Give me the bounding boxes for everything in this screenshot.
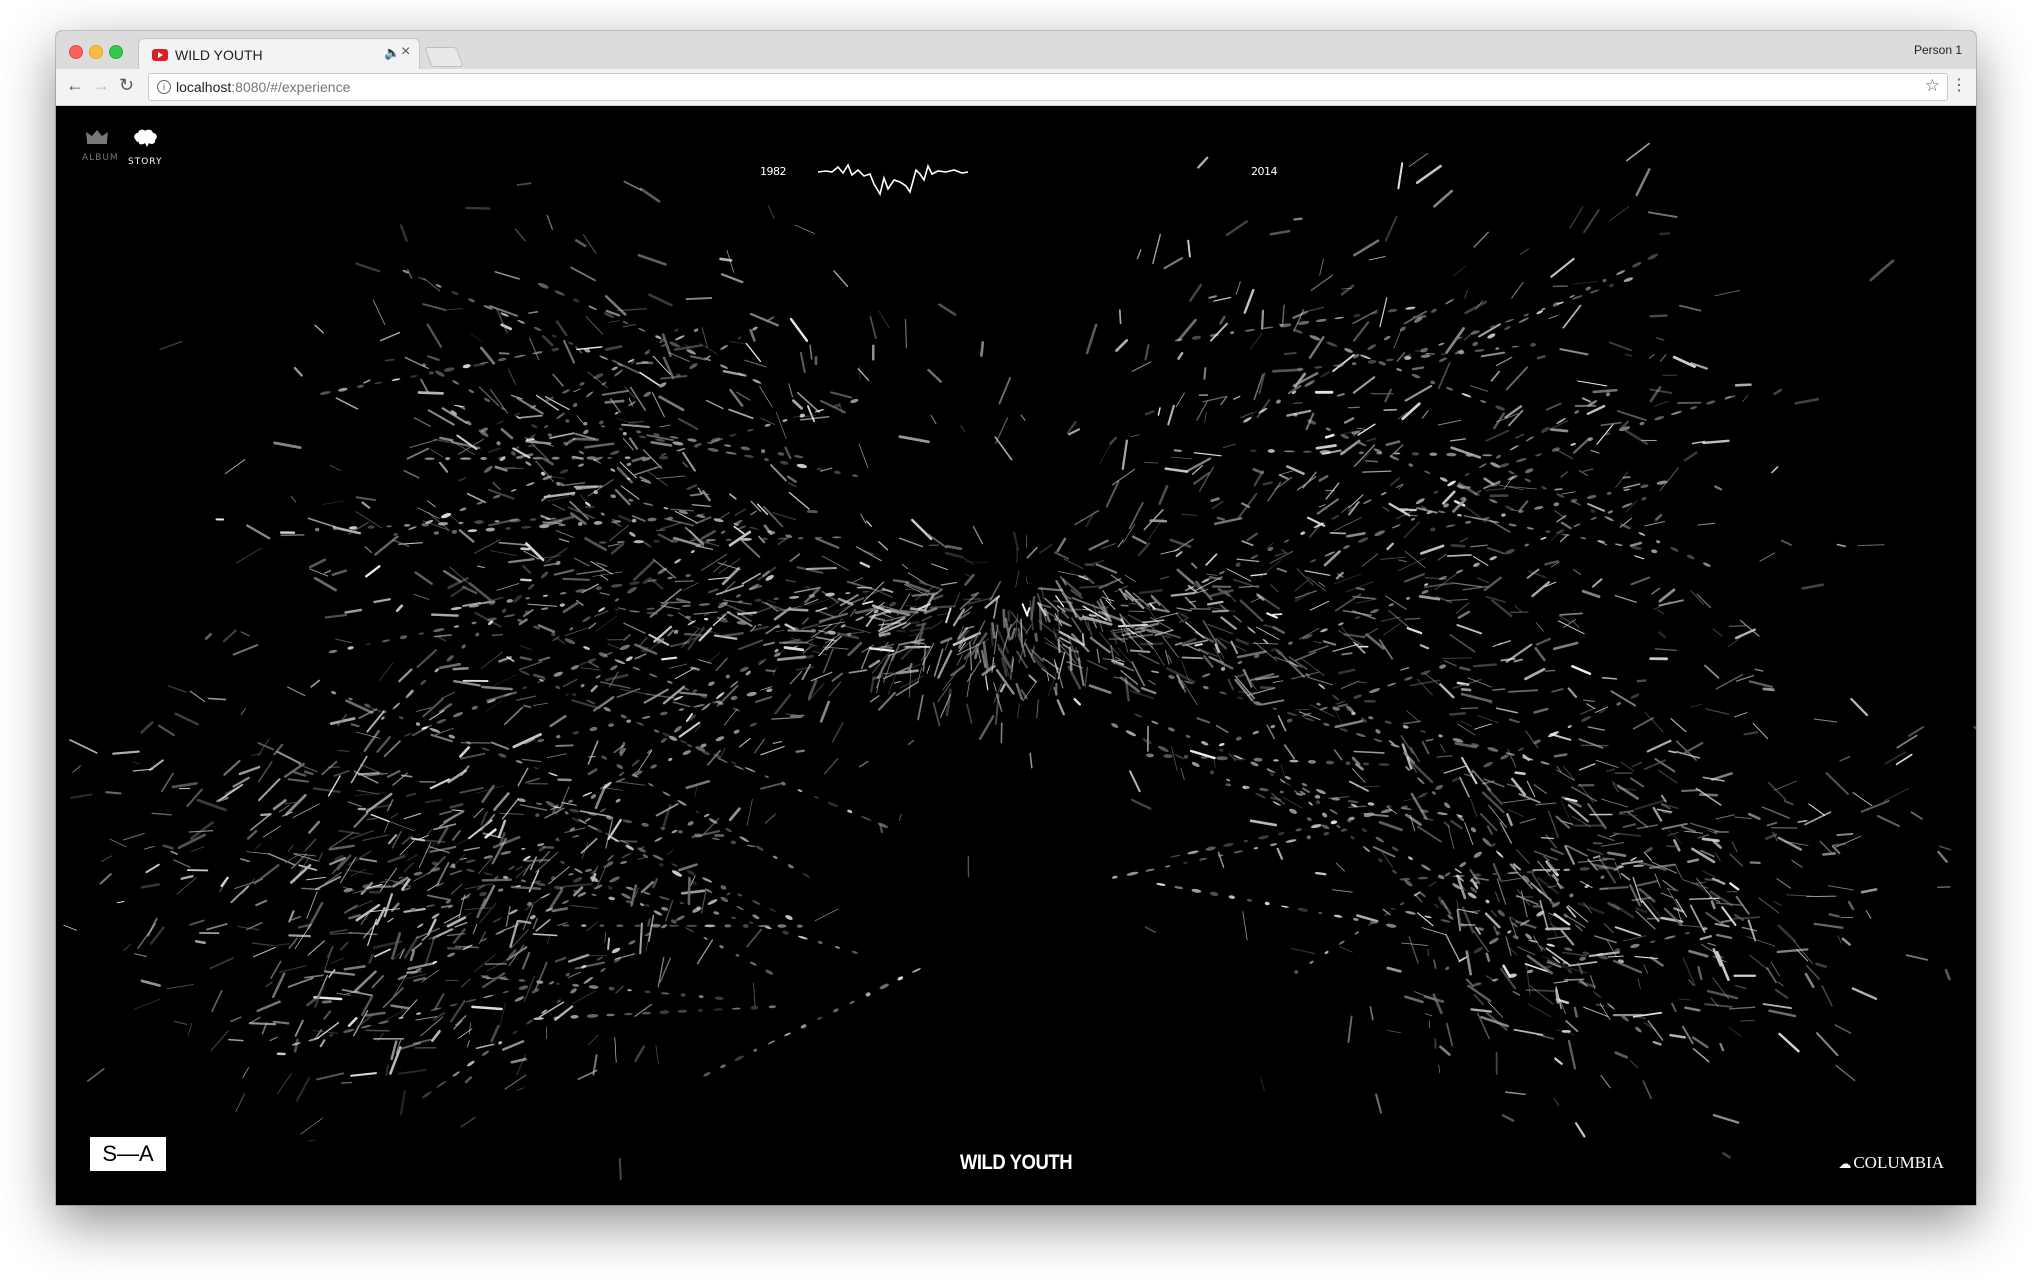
columbia-mark-icon: ☁ xyxy=(1838,1156,1852,1171)
url-text[interactable]: localhost:8080/#/experience xyxy=(176,79,350,95)
brand-title: WILD YOUTH xyxy=(959,1151,1073,1174)
minimize-window-button[interactable] xyxy=(89,45,103,59)
sa-logo[interactable]: S—A xyxy=(90,1137,166,1171)
label-name: COLUMBIA xyxy=(1853,1153,1944,1172)
timeline-start-year: 1982 xyxy=(760,165,787,178)
bookmark-star-icon[interactable]: ☆ xyxy=(1925,76,1940,96)
close-window-button[interactable] xyxy=(69,45,83,59)
close-tab-icon[interactable]: × xyxy=(401,43,410,61)
more-menu-icon[interactable]: ⋮ xyxy=(1951,75,1967,95)
columbia-logo[interactable]: ☁ COLUMBIA xyxy=(1838,1153,1944,1173)
brain-icon xyxy=(134,129,157,147)
address-bar[interactable]: i localhost:8080/#/experience ☆ xyxy=(148,73,1948,101)
youtube-favicon-icon xyxy=(152,49,168,61)
nav-album[interactable]: ALBUM xyxy=(82,128,119,163)
browser-toolbar: ← → ↻ i localhost:8080/#/experience ☆ ⋮ xyxy=(56,69,1976,106)
nav-story-label: STORY xyxy=(128,157,163,167)
url-path: :8080/#/experience xyxy=(231,79,351,95)
crown-icon xyxy=(86,130,108,144)
forward-arrow-icon[interactable]: → xyxy=(92,75,110,96)
new-tab-button[interactable] xyxy=(424,47,464,67)
nav-story[interactable]: STORY xyxy=(128,128,162,167)
profile-button[interactable]: Person 1 xyxy=(1914,43,1962,57)
back-arrow-icon[interactable]: ← xyxy=(66,75,84,96)
timeline-end-year: 2014 xyxy=(1251,165,1278,178)
url-host: localhost xyxy=(176,79,232,95)
browser-tab[interactable]: WILD YOUTH 🔈 × xyxy=(138,38,420,70)
speaker-icon[interactable]: 🔈 xyxy=(384,45,400,61)
timeline-waveform[interactable] xyxy=(818,158,968,208)
zoom-window-button[interactable] xyxy=(109,45,123,59)
info-icon[interactable]: i xyxy=(157,80,171,94)
experience-page: ALBUM STORY 1982 2014 S—A WILD YOUTH ☁ CO… xyxy=(56,106,1976,1205)
nav-album-label: ALBUM xyxy=(82,153,119,163)
tab-title: WILD YOUTH xyxy=(175,47,263,63)
particle-visualization[interactable] xyxy=(56,106,1976,1205)
reload-icon[interactable]: ↻ xyxy=(119,75,134,96)
tab-strip: WILD YOUTH 🔈 × Person 1 xyxy=(56,31,1976,70)
browser-window: WILD YOUTH 🔈 × Person 1 ← → ↻ i localhos… xyxy=(56,31,1976,1205)
